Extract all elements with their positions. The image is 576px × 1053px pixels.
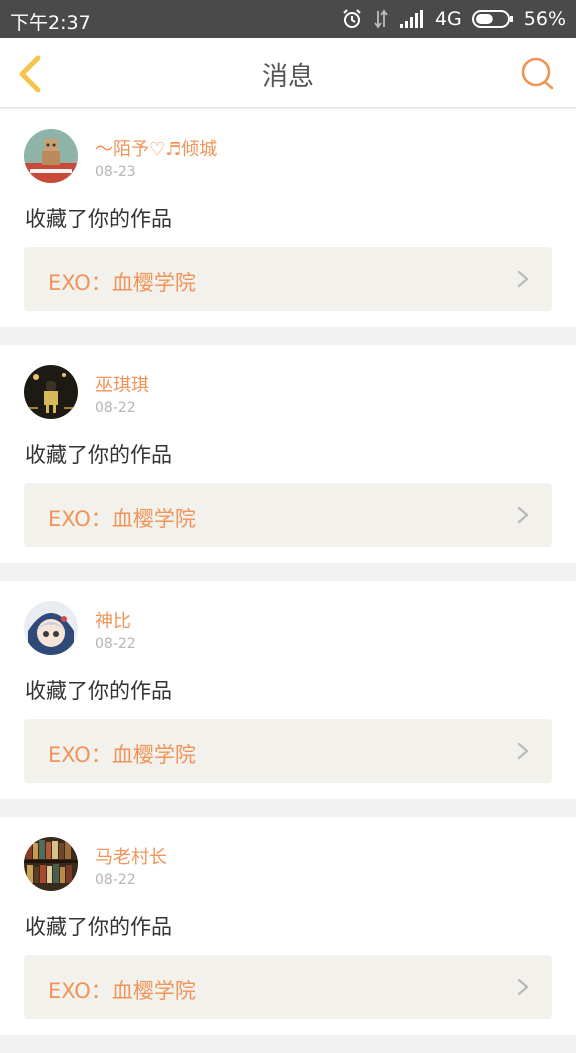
message-list: ～陌予♡♬倾城 08-23 收藏了你的作品 EXO：血樱学院 巫琪琪 08-22… <box>0 109 576 1053</box>
search-button[interactable] <box>520 56 556 92</box>
work-title: EXO：血樱学院 <box>48 271 196 295</box>
avatar[interactable] <box>24 129 78 183</box>
work-title: EXO：血樱学院 <box>48 743 196 767</box>
work-link[interactable]: EXO：血樱学院 <box>24 483 552 547</box>
message-date: 08-23 <box>95 164 136 180</box>
alarm-icon <box>341 8 363 30</box>
nav-bar: 消息 <box>0 38 576 108</box>
username[interactable]: 马老村长 <box>95 843 167 869</box>
network-type: 4G <box>434 8 462 30</box>
work-link[interactable]: EXO：血樱学院 <box>24 247 552 311</box>
avatar[interactable] <box>24 365 78 419</box>
message-date: 08-22 <box>95 636 136 652</box>
status-time: 下午2:37 <box>10 12 91 34</box>
work-title: EXO：血樱学院 <box>48 507 196 531</box>
avatar[interactable] <box>24 837 78 891</box>
username[interactable]: 巫琪琪 <box>95 371 149 397</box>
signal-icon <box>399 9 425 29</box>
username[interactable]: 神比 <box>95 607 131 633</box>
search-icon <box>521 57 554 90</box>
status-icons: 4G 56% <box>341 8 566 30</box>
message-item: 马老村长 08-22 收藏了你的作品 EXO：血樱学院 <box>0 817 576 1035</box>
status-bar: 下午2:37 4G 56% <box>0 0 576 38</box>
data-arrows-icon <box>373 8 389 30</box>
battery-percent: 56% <box>523 8 566 30</box>
message-item: 神比 08-22 收藏了你的作品 EXO：血樱学院 <box>0 581 576 799</box>
message-date: 08-22 <box>95 872 136 888</box>
message-item: ～陌予♡♬倾城 08-23 收藏了你的作品 EXO：血樱学院 <box>0 109 576 327</box>
message-item: 巫琪琪 08-22 收藏了你的作品 EXO：血樱学院 <box>0 345 576 563</box>
battery-icon <box>471 9 514 29</box>
message-action: 收藏了你的作品 <box>25 915 172 939</box>
message-action: 收藏了你的作品 <box>25 207 172 231</box>
username[interactable]: ～陌予♡♬倾城 <box>95 135 217 161</box>
chevron-right-icon <box>517 270 529 288</box>
chevron-right-icon <box>517 978 529 996</box>
message-action: 收藏了你的作品 <box>25 679 172 703</box>
message-action: 收藏了你的作品 <box>25 443 172 467</box>
message-date: 08-22 <box>95 400 136 416</box>
chevron-right-icon <box>517 742 529 760</box>
work-link[interactable]: EXO：血樱学院 <box>24 719 552 783</box>
chevron-right-icon <box>517 506 529 524</box>
page-title: 消息 <box>261 62 314 92</box>
work-title: EXO：血樱学院 <box>48 979 196 1003</box>
avatar[interactable] <box>24 601 78 655</box>
work-link[interactable]: EXO：血樱学院 <box>24 955 552 1019</box>
